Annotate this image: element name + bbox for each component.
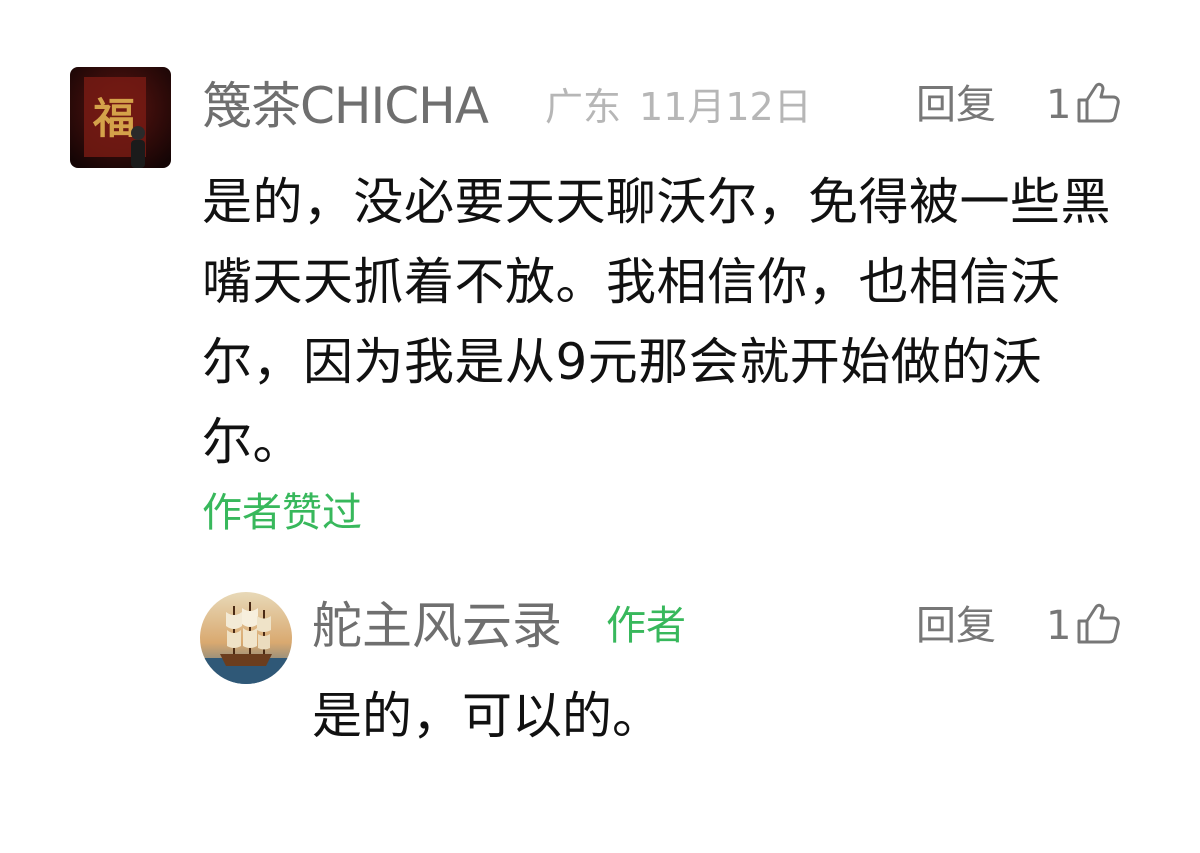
reply-avatar[interactable] bbox=[200, 592, 292, 684]
thumbs-up-icon bbox=[1075, 601, 1121, 651]
avatar-text: 福 bbox=[92, 94, 135, 143]
username[interactable]: 篾茶CHICHA bbox=[202, 72, 489, 140]
thumbs-up-icon bbox=[1075, 80, 1121, 130]
reply-text: 是的，可以的。 bbox=[312, 687, 662, 745]
reply-reply-button[interactable]: 回复 bbox=[916, 598, 996, 654]
avatar[interactable]: 福 bbox=[70, 67, 171, 168]
like-count: 1 bbox=[1046, 82, 1072, 128]
reply-like-button[interactable]: 1 bbox=[1046, 598, 1121, 654]
comment-text: 是的，没必要天天聊沃尔，免得被一些黑嘴天天抓着不放。我相信你，也相信沃尔，因为我… bbox=[202, 173, 1111, 471]
author-badge: 作者 bbox=[606, 603, 686, 649]
comment-meta: 广东 11月12日 bbox=[545, 80, 812, 134]
reply-like-count: 1 bbox=[1046, 603, 1072, 649]
reply-username[interactable]: 舵主风云录 bbox=[312, 592, 562, 660]
like-button[interactable]: 1 bbox=[1046, 77, 1121, 133]
location: 广东 bbox=[545, 85, 622, 129]
reply-button[interactable]: 回复 bbox=[916, 77, 996, 133]
timestamp: 11月12日 bbox=[639, 85, 812, 129]
author-liked-label: 作者赞过 bbox=[202, 490, 362, 536]
